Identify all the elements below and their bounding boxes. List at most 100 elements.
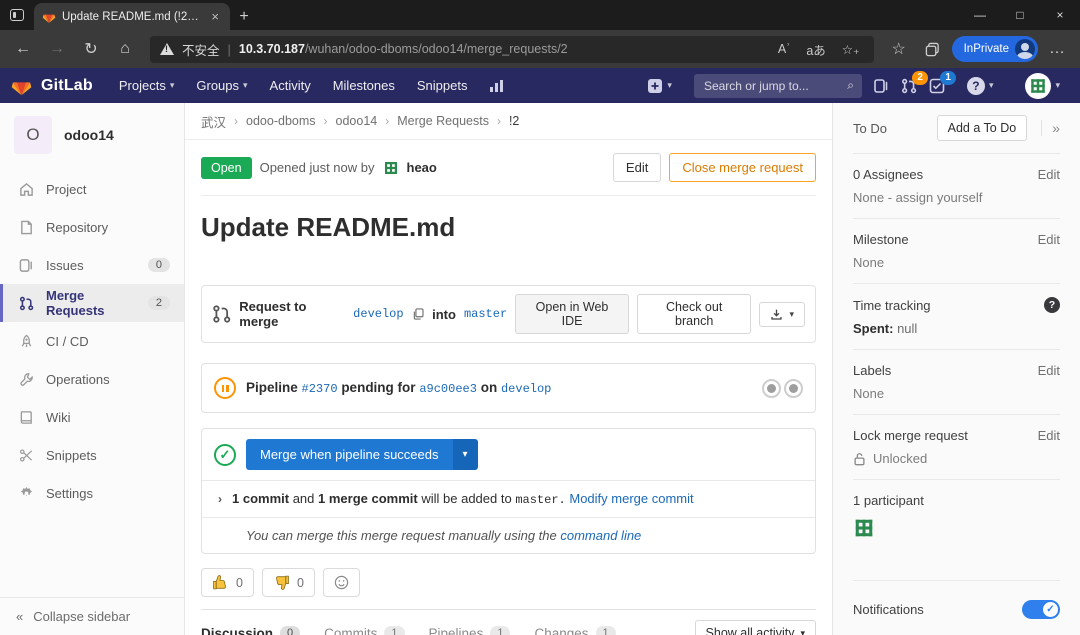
- nav-activity[interactable]: Activity: [260, 78, 321, 93]
- tab-title: Update README.md (!2) · Merge: [62, 11, 202, 23]
- open-web-ide-button[interactable]: Open in Web IDE: [515, 294, 629, 334]
- sidebar-item-issues[interactable]: Issues 0: [0, 246, 184, 284]
- collapse-right-sidebar-icon[interactable]: »: [1041, 120, 1060, 136]
- help-menu[interactable]: ? ▾: [957, 77, 1004, 95]
- browser-menu-icon[interactable]: …: [1042, 34, 1072, 64]
- project-context[interactable]: O odoo14: [0, 103, 184, 170]
- global-search[interactable]: ⌕: [694, 74, 862, 98]
- nav-milestones[interactable]: Milestones: [323, 78, 405, 93]
- collections-icon[interactable]: [918, 34, 948, 64]
- checkout-branch-button[interactable]: Check out branch: [637, 294, 752, 334]
- pipeline-stage-icon[interactable]: [784, 379, 803, 398]
- not-secure-label[interactable]: 不安全: [182, 40, 220, 59]
- mr-count-badge: 2: [148, 296, 170, 310]
- labels-edit-button[interactable]: Edit: [1038, 363, 1060, 378]
- pipeline-branch-link[interactable]: develop: [501, 382, 551, 396]
- tab-changes[interactable]: Changes1: [534, 626, 615, 635]
- user-menu[interactable]: ▾: [1015, 73, 1070, 99]
- home-icon[interactable]: ⌂: [110, 34, 140, 64]
- thumbsup-count: 0: [236, 576, 243, 590]
- commit-sha-link[interactable]: a9c00ee3: [419, 382, 477, 396]
- merge-options-caret[interactable]: ▾: [453, 439, 478, 470]
- nav-snippets[interactable]: Snippets: [407, 78, 478, 93]
- maximize-icon[interactable]: □: [1000, 0, 1040, 30]
- command-line-link[interactable]: command line: [560, 528, 641, 543]
- gitlab-logo[interactable]: GitLab: [10, 75, 93, 97]
- tab-discussion[interactable]: Discussion0: [201, 626, 300, 635]
- sidebar-item-settings[interactable]: Settings: [0, 474, 184, 512]
- activity-filter-dropdown[interactable]: Show all activity ▾: [695, 620, 816, 635]
- milestone-edit-button[interactable]: Edit: [1038, 232, 1060, 247]
- minimize-icon[interactable]: —: [960, 0, 1000, 30]
- back-icon[interactable]: ←: [8, 34, 38, 64]
- thumbsdown-button[interactable]: 0: [262, 568, 315, 597]
- nav-merge-requests-icon[interactable]: 2: [901, 78, 917, 94]
- sidebar-item-merge-requests[interactable]: Merge Requests 2: [0, 284, 184, 322]
- sidebar-item-operations[interactable]: Operations: [0, 360, 184, 398]
- close-icon[interactable]: ×: [1040, 0, 1080, 30]
- gitlab-favicon-icon: [42, 10, 56, 24]
- merge-when-pipeline-succeeds-button[interactable]: Merge when pipeline succeeds ▾: [246, 439, 478, 470]
- target-branch-link[interactable]: master: [464, 307, 507, 321]
- browser-tab[interactable]: Update README.md (!2) · Merge ×: [34, 3, 230, 30]
- participant-avatar-icon[interactable]: [853, 517, 875, 539]
- add-reaction-button[interactable]: [323, 568, 360, 597]
- lock-value: Unlocked: [873, 451, 927, 466]
- new-tab-button[interactable]: +: [230, 3, 258, 30]
- source-branch-link[interactable]: develop: [353, 307, 403, 321]
- breadcrumb-project[interactable]: odoo14: [336, 114, 378, 128]
- request-to-merge-text: Request to merge: [239, 299, 345, 329]
- sidebar-item-cicd[interactable]: CI / CD: [0, 322, 184, 360]
- tab-pipelines[interactable]: Pipelines1: [429, 626, 511, 635]
- collapse-sidebar-button[interactable]: « Collapse sidebar: [0, 597, 184, 635]
- assignees-edit-button[interactable]: Edit: [1038, 167, 1060, 182]
- tab-commits[interactable]: Commits1: [324, 626, 404, 635]
- refresh-icon[interactable]: ↻: [76, 34, 106, 64]
- sidebar-item-wiki[interactable]: Wiki: [0, 398, 184, 436]
- pipeline-mini-graph[interactable]: [762, 379, 803, 398]
- chevron-down-icon: ▾: [667, 80, 672, 91]
- sidebar-item-repository[interactable]: Repository: [0, 208, 184, 246]
- breadcrumb-merge-requests[interactable]: Merge Requests: [397, 114, 489, 128]
- pipeline-number-link[interactable]: #2370: [302, 382, 338, 396]
- breadcrumb-subgroup[interactable]: odoo-dboms: [246, 114, 316, 128]
- favorites-bar-icon[interactable]: ☆: [884, 34, 914, 64]
- pipeline-pending-icon[interactable]: [214, 377, 236, 399]
- add-todo-button[interactable]: Add a To Do: [937, 115, 1028, 141]
- address-bar[interactable]: 不安全 | 10.3.70.187/wuhan/odoo-dboms/odoo1…: [150, 36, 874, 63]
- author-name[interactable]: heao: [407, 160, 437, 175]
- edit-button[interactable]: Edit: [613, 153, 661, 182]
- forward-icon: →: [42, 34, 72, 64]
- nav-issues-icon[interactable]: [874, 78, 889, 94]
- gitlab-tanuki-icon: [10, 75, 33, 97]
- sidebar-item-project[interactable]: Project: [0, 170, 184, 208]
- sidebar-item-snippets[interactable]: Snippets: [0, 436, 184, 474]
- expand-chevron-icon[interactable]: ›: [214, 492, 222, 506]
- tab-close-icon[interactable]: ×: [208, 9, 222, 24]
- pipeline-stage-icon[interactable]: [762, 379, 781, 398]
- project-avatar: O: [14, 116, 52, 154]
- download-dropdown-button[interactable]: ▾: [759, 302, 805, 327]
- translate-icon[interactable]: aあ: [802, 40, 829, 59]
- copy-icon[interactable]: [412, 307, 425, 321]
- lock-edit-button[interactable]: Edit: [1038, 428, 1060, 443]
- close-merge-request-button[interactable]: Close merge request: [669, 153, 816, 182]
- search-input[interactable]: [694, 74, 862, 98]
- breadcrumb-group[interactable]: 武汉: [201, 112, 226, 131]
- thumbsup-button[interactable]: 0: [201, 568, 254, 597]
- leaderboard-chart-icon[interactable]: [479, 79, 515, 93]
- add-favorite-icon[interactable]: ☆₊: [838, 42, 864, 57]
- modify-merge-commit-link[interactable]: Modify merge commit: [569, 491, 693, 506]
- inprivate-badge[interactable]: InPrivate: [952, 36, 1038, 62]
- labels-section: Labels Edit None: [853, 350, 1060, 415]
- url-text[interactable]: 10.3.70.187/wuhan/odoo-dboms/odoo14/merg…: [239, 42, 766, 56]
- new-menu[interactable]: ▾: [637, 78, 682, 94]
- nav-todos-icon[interactable]: 1: [929, 78, 945, 94]
- time-tracking-help-icon[interactable]: ?: [1044, 297, 1060, 313]
- notifications-toggle[interactable]: ✓: [1022, 600, 1060, 619]
- nav-groups[interactable]: Groups▾: [186, 78, 257, 93]
- nav-projects[interactable]: Projects▾: [109, 78, 185, 93]
- assignees-value[interactable]: None - assign yourself: [853, 190, 1060, 205]
- tab-workspaces-button[interactable]: [0, 0, 34, 30]
- read-aloud-icon[interactable]: Aʾ: [774, 42, 795, 56]
